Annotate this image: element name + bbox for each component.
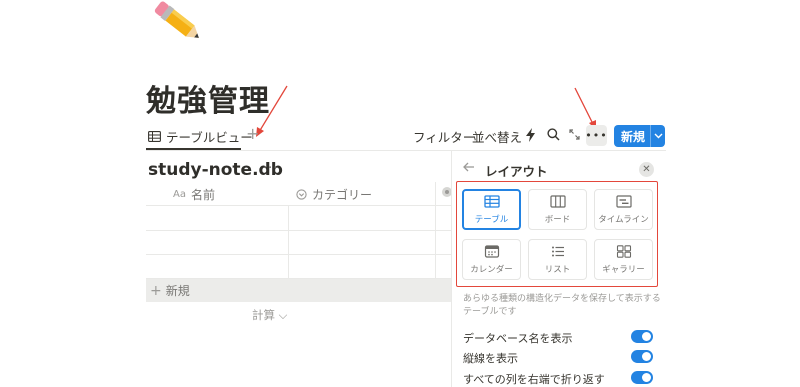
column-header-partial-icon [441, 186, 451, 198]
timeline-icon [615, 194, 632, 208]
layout-option-label: テーブル [474, 214, 509, 225]
database-more-button[interactable]: ··· [263, 161, 278, 176]
layout-option-label: ボード [544, 214, 571, 225]
layout-option-label: タイムライン [598, 214, 649, 225]
column-divider [288, 205, 289, 278]
list-icon [550, 245, 566, 258]
sort-button[interactable]: 並べ替え [472, 127, 522, 146]
table-icon [483, 194, 500, 208]
column-header-label: 名前 [190, 188, 215, 202]
add-row-label: 新規 [165, 284, 190, 298]
table-row[interactable] [146, 206, 288, 230]
column-header-category[interactable]: カテゴリー [296, 186, 372, 203]
layout-panel-title: レイアウト [485, 164, 548, 179]
page-icon-pencil[interactable] [148, 0, 206, 50]
search-icon[interactable] [547, 128, 560, 141]
calculate-button[interactable]: 計算 ⌵ [252, 307, 287, 323]
toggle-show-database-name[interactable] [631, 330, 653, 343]
column-header-name[interactable]: Aa 名前 [173, 186, 215, 203]
table-row[interactable] [146, 231, 288, 254]
add-row-button[interactable]: + 新規 [146, 279, 451, 302]
expand-icon[interactable] [569, 129, 580, 140]
layout-option-board[interactable]: ボード [528, 189, 587, 230]
toolbar-divider [146, 150, 666, 151]
tab-table-view[interactable]: テーブルビュー [148, 126, 253, 146]
board-icon [549, 194, 566, 208]
automation-bolt-icon[interactable] [526, 128, 535, 142]
table-row[interactable] [146, 255, 288, 278]
chevron-down-icon[interactable] [651, 133, 665, 139]
new-button[interactable]: 新規 [614, 125, 665, 147]
tab-label: テーブルビュー [166, 129, 253, 145]
plus-icon: + [150, 282, 162, 299]
calendar-icon [484, 244, 500, 258]
layout-option-calendar[interactable]: カレンダー [462, 239, 521, 280]
column-header-label: カテゴリー [312, 188, 373, 202]
more-options-button[interactable]: ••• [585, 125, 607, 146]
column-divider [435, 182, 436, 278]
layout-option-label: ギャラリー [602, 264, 645, 275]
panel-divider [451, 150, 452, 387]
text-type-icon: Aa [173, 189, 186, 200]
back-arrow-icon[interactable] [463, 161, 475, 173]
layout-option-gallery[interactable]: ギャラリー [594, 239, 653, 280]
table-icon [148, 130, 161, 142]
layout-option-label: リスト [544, 264, 571, 275]
add-view-button[interactable]: + [246, 124, 259, 143]
new-button-label: 新規 [621, 129, 646, 144]
layout-option-table[interactable]: テーブル [462, 189, 521, 230]
page-title[interactable]: 勉強管理 [146, 76, 270, 120]
toggle-show-vertical-lines[interactable] [631, 350, 653, 363]
close-icon[interactable]: ✕ [639, 162, 654, 177]
filter-button[interactable]: フィルター [413, 127, 475, 146]
layout-description: あらゆる種類の構造化データを保存して表示するテーブルです [463, 294, 661, 317]
setting-label: すべての列を右端で折り返す [463, 373, 605, 386]
setting-label: データベース名を表示 [463, 332, 573, 345]
toggle-wrap-all-columns[interactable] [631, 371, 653, 384]
setting-label: 縦線を表示 [463, 352, 518, 365]
layout-option-label: カレンダー [470, 264, 513, 275]
layout-option-timeline[interactable]: タイムライン [594, 189, 653, 230]
gallery-icon [616, 244, 632, 258]
layout-option-list[interactable]: リスト [528, 239, 587, 280]
select-icon [296, 189, 307, 200]
